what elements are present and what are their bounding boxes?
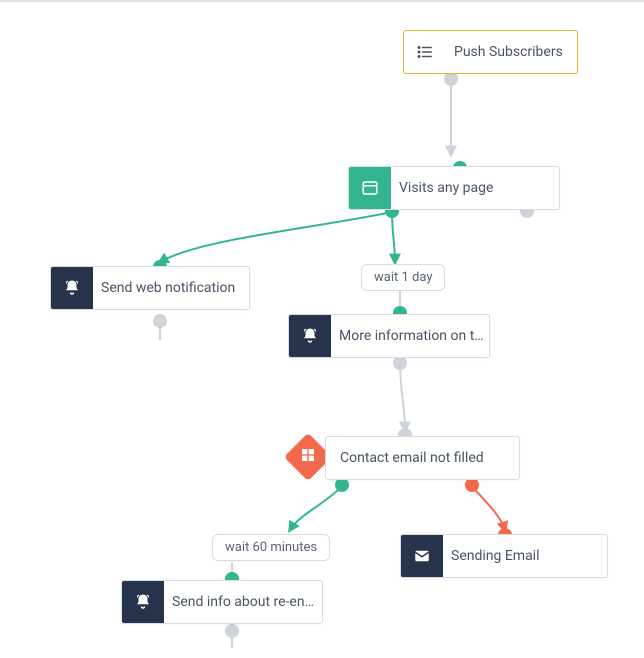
- browser-icon: [349, 167, 391, 209]
- port-condition-true[interactable]: [335, 478, 349, 492]
- node-label: More information on t…: [331, 315, 489, 357]
- node-sending-email[interactable]: Sending Email: [400, 534, 608, 578]
- list-icon: [404, 31, 446, 73]
- wait-1-day[interactable]: wait 1 day: [361, 264, 445, 291]
- port-reenroll-out[interactable]: [225, 624, 239, 638]
- node-label: Visits any page: [391, 167, 507, 209]
- node-label: Contact email not filled: [326, 437, 498, 479]
- node-more-information[interactable]: More information on t…: [288, 314, 490, 358]
- mail-icon: [401, 535, 443, 577]
- node-condition-email[interactable]: Contact email not filled: [325, 436, 520, 480]
- bell-icon: [289, 315, 331, 357]
- node-label: Send web notification: [93, 267, 249, 309]
- port-webnotif-out[interactable]: [153, 314, 167, 328]
- node-label: Sending Email: [443, 535, 554, 577]
- node-label: Push Subscribers: [446, 31, 577, 73]
- node-push-subscribers[interactable]: Push Subscribers: [403, 30, 578, 74]
- bell-icon: [122, 581, 164, 623]
- port-push-out[interactable]: [444, 72, 458, 86]
- node-visits-any-page[interactable]: Visits any page: [348, 166, 560, 210]
- node-label: Send info about re-en…: [164, 581, 322, 623]
- node-reenroll[interactable]: Send info about re-en…: [121, 580, 323, 624]
- port-condition-false[interactable]: [465, 478, 479, 492]
- node-web-notification[interactable]: Send web notification: [50, 266, 250, 310]
- port-moreinfo-out[interactable]: [393, 356, 407, 370]
- wait-60-minutes[interactable]: wait 60 minutes: [212, 534, 330, 561]
- bell-icon: [51, 267, 93, 309]
